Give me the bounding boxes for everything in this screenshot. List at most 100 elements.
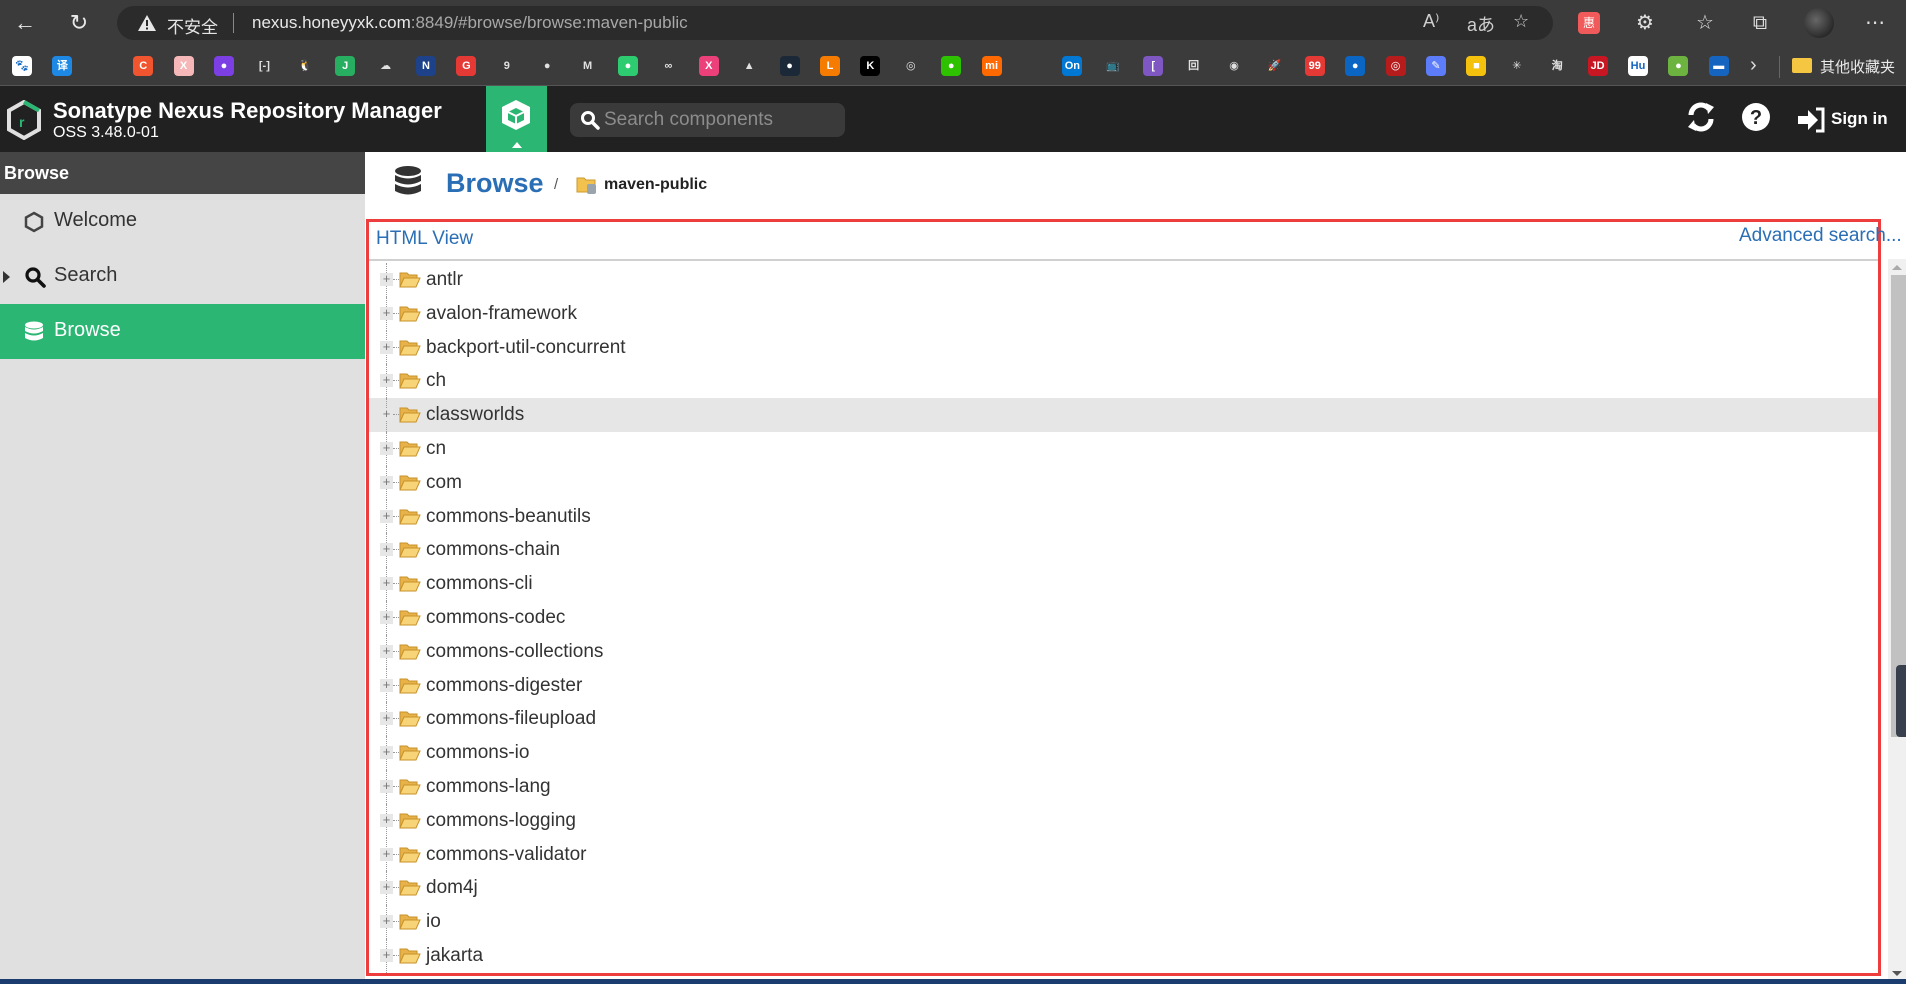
tree-node[interactable]: + jakarta xyxy=(369,938,1878,973)
x-pink-icon[interactable]: X xyxy=(698,56,719,76)
expand-triangle-icon[interactable] xyxy=(3,271,10,283)
railway-icon[interactable]: ◎ xyxy=(1385,56,1406,76)
pen-icon[interactable]: ✎ xyxy=(1426,56,1446,76)
jd-icon[interactable]: JD xyxy=(1587,56,1608,76)
expand-plus-icon[interactable]: + xyxy=(380,542,393,557)
99-icon[interactable]: 99 xyxy=(1304,56,1325,76)
page-icon[interactable] xyxy=(1022,56,1042,76)
tree-scrollbar[interactable] xyxy=(1888,259,1906,984)
cloud-icon[interactable]: ☁ xyxy=(375,56,396,76)
sign-in-button[interactable]: Sign in xyxy=(1796,106,1906,136)
expand-plus-icon[interactable]: + xyxy=(380,306,393,320)
steam-icon[interactable]: ● xyxy=(779,56,800,76)
tree-node[interactable]: + commons-beanutils xyxy=(369,499,1878,534)
advanced-search-link[interactable]: Advanced search... xyxy=(1739,225,1902,247)
expand-plus-icon[interactable]: + xyxy=(380,711,393,726)
expand-plus-icon[interactable]: + xyxy=(380,678,393,692)
taobao-icon[interactable]: 淘 xyxy=(1547,56,1568,76)
expand-plus-icon[interactable]: + xyxy=(380,475,393,489)
translate-icon[interactable]: 译 xyxy=(52,56,73,76)
tree-node[interactable]: + avalon-framework xyxy=(369,296,1878,331)
favorites-icon[interactable]: ☆ xyxy=(1690,8,1720,38)
m-icon[interactable]: M xyxy=(577,56,598,76)
expand-plus-icon[interactable]: + xyxy=(380,576,393,591)
csdn-icon[interactable]: C xyxy=(133,56,154,76)
github-icon[interactable]: ● xyxy=(537,56,558,76)
bracket-icon[interactable]: [-] xyxy=(254,56,275,76)
expand-plus-icon[interactable]: + xyxy=(380,914,393,929)
url-text[interactable]: nexus.honeyyxk.com:8849/#browse/browse:m… xyxy=(252,13,688,33)
blue-banner-icon[interactable]: ▬ xyxy=(1708,56,1729,76)
add-favorite-icon[interactable]: ☆ xyxy=(1513,11,1529,32)
json-icon[interactable]: J xyxy=(335,56,356,76)
spiral-icon[interactable]: ◎ xyxy=(900,56,921,76)
expand-plus-icon[interactable]: + xyxy=(380,407,393,422)
expand-plus-icon[interactable]: + xyxy=(380,610,393,624)
side-widget[interactable] xyxy=(1896,665,1906,737)
baidu-paw-icon[interactable]: 🐾 xyxy=(12,56,32,76)
chart-icon[interactable]: ▲ xyxy=(739,56,760,76)
html-view-link[interactable]: HTML View xyxy=(376,228,473,250)
circle-purple-icon[interactable]: ● xyxy=(214,56,234,76)
nba-icon[interactable]: N xyxy=(416,56,436,76)
wechat-icon[interactable]: ● xyxy=(941,56,962,76)
leaf-icon[interactable]: ● xyxy=(618,56,638,76)
bilibili-icon[interactable]: 📺 xyxy=(1102,56,1123,76)
tree-node[interactable]: + commons-digester xyxy=(369,668,1878,703)
other-bookmarks-folder[interactable]: 其他收藏夹 xyxy=(1820,56,1895,77)
k-icon[interactable]: K xyxy=(860,56,881,76)
extensions-icon[interactable]: ⚙ xyxy=(1630,8,1660,38)
tree-node[interactable]: + commons-lang xyxy=(369,769,1878,804)
reload-button[interactable]: ↻ xyxy=(64,8,94,38)
read-aloud-icon[interactable]: A⁾ xyxy=(1423,11,1439,32)
scroll-up-arrow-icon[interactable] xyxy=(1892,265,1902,270)
translate-icon[interactable]: aあ xyxy=(1467,11,1495,37)
tree-node[interactable]: + ch xyxy=(369,364,1878,399)
expand-plus-icon[interactable]: + xyxy=(380,373,393,388)
tree-node[interactable]: + commons-chain xyxy=(369,533,1878,568)
expand-plus-icon[interactable]: + xyxy=(380,880,393,895)
expand-plus-icon[interactable]: + xyxy=(380,340,393,354)
edge-blue-icon[interactable]: ● xyxy=(1345,56,1366,76)
bracket-purple-icon[interactable]: [ xyxy=(1143,56,1164,76)
extension-badge[interactable]: 惠 xyxy=(1578,12,1600,34)
breadcrumb-browse-link[interactable]: Browse xyxy=(446,168,544,199)
expand-plus-icon[interactable]: + xyxy=(380,644,393,658)
g-icon[interactable]: G xyxy=(456,56,477,76)
xiaomi-icon[interactable]: mi xyxy=(981,56,1002,76)
sidebar-item-welcome[interactable]: Welcome xyxy=(0,194,365,249)
expand-plus-icon[interactable]: + xyxy=(380,847,393,861)
chevron-right-icon[interactable]: › xyxy=(1750,54,1757,77)
script-icon[interactable]: 9 xyxy=(496,56,517,76)
expand-plus-icon[interactable]: + xyxy=(380,509,393,523)
expand-plus-icon[interactable]: + xyxy=(380,948,393,962)
x-icon[interactable]: X xyxy=(173,56,194,76)
browse-mode-button[interactable] xyxy=(486,86,547,152)
tree-node[interactable]: + commons-fileupload xyxy=(369,702,1878,737)
tree-node[interactable]: + dom4j xyxy=(369,871,1878,906)
yellow-box-icon[interactable]: ■ xyxy=(1466,56,1487,76)
sparkle-icon[interactable]: ✳ xyxy=(1506,56,1527,76)
tree-node[interactable]: + commons-cli xyxy=(369,567,1878,601)
tree-node[interactable]: + classworlds xyxy=(369,398,1878,432)
page-icon[interactable] xyxy=(92,56,113,76)
hu-icon[interactable]: Hu xyxy=(1628,56,1648,76)
scroll-down-arrow-icon[interactable] xyxy=(1892,971,1902,976)
refresh-icon[interactable] xyxy=(1685,99,1717,135)
qq-icon[interactable]: 🐧 xyxy=(294,56,315,76)
maze-icon[interactable]: 回 xyxy=(1183,56,1204,76)
search-components-input[interactable] xyxy=(604,103,839,137)
tree-node[interactable]: + antlr xyxy=(369,263,1878,297)
back-button[interactable]: ← xyxy=(10,8,40,38)
tree-node[interactable]: + commons-validator xyxy=(369,837,1878,872)
tree-node[interactable]: + commons-codec xyxy=(369,600,1878,635)
onenote-icon[interactable]: On xyxy=(1062,56,1083,76)
expand-plus-icon[interactable]: + xyxy=(380,779,393,793)
expand-plus-icon[interactable]: + xyxy=(380,441,393,455)
green-ring-icon[interactable]: ◉ xyxy=(1224,56,1244,76)
tree-node[interactable]: + commons-io xyxy=(369,736,1878,770)
more-menu-icon[interactable]: ⋯ xyxy=(1860,8,1890,38)
folder-icon[interactable] xyxy=(1792,58,1812,73)
tree-node[interactable]: + io xyxy=(369,905,1878,939)
expand-plus-icon[interactable]: + xyxy=(380,272,393,286)
